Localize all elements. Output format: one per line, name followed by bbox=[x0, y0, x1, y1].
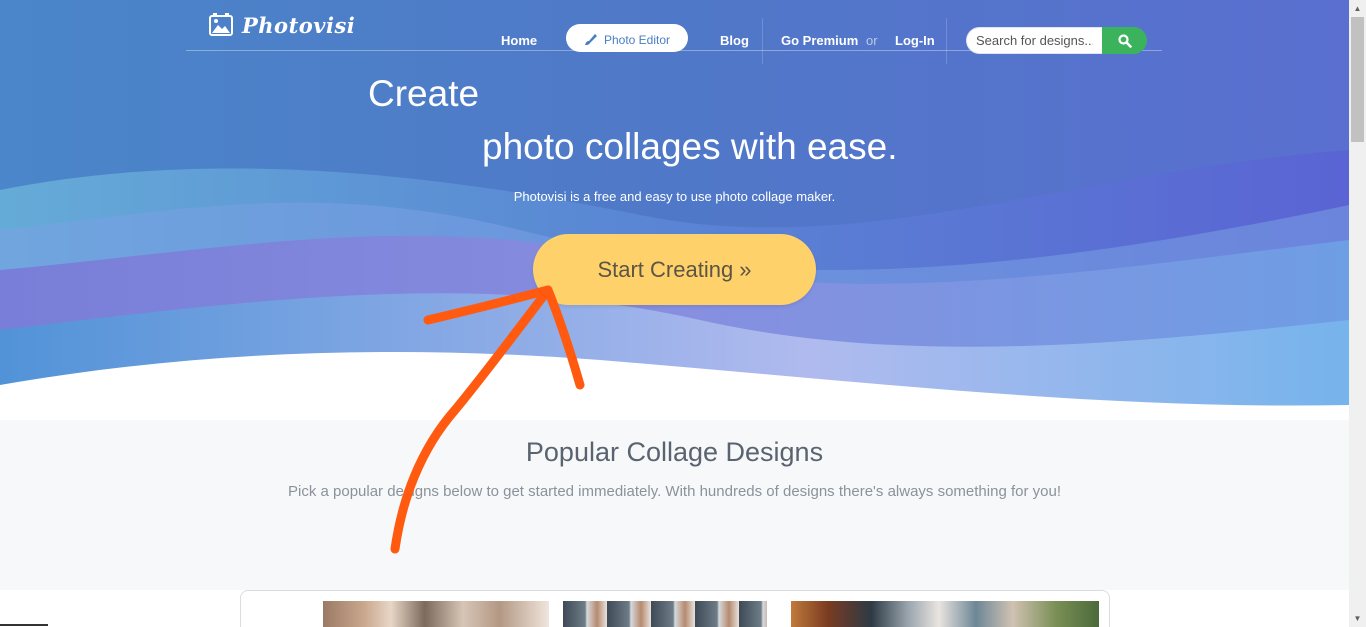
brand-name: Photovisi bbox=[242, 12, 356, 38]
search-input[interactable] bbox=[966, 27, 1102, 54]
hero-section: Photovisi Home Photo Editor Blog Go Prem… bbox=[0, 0, 1349, 420]
start-creating-button[interactable]: Start Creating » bbox=[533, 234, 816, 305]
brush-icon bbox=[584, 34, 597, 45]
nav-photo-editor[interactable]: Photo Editor bbox=[566, 24, 688, 52]
collage-design-card[interactable] bbox=[563, 601, 767, 627]
magnifier-icon bbox=[1117, 33, 1132, 48]
collage-design-card[interactable] bbox=[323, 601, 549, 627]
hero-heading-line1: Create bbox=[368, 73, 480, 114]
nav-separator bbox=[762, 18, 763, 64]
hero-heading-line2: photo collages with ease. bbox=[482, 126, 898, 167]
nav-blog[interactable]: Blog bbox=[720, 33, 749, 48]
popular-subtitle: Pick a popular designs below to get star… bbox=[288, 483, 1061, 500]
nav-go-premium[interactable]: Go Premium bbox=[781, 33, 858, 48]
hero-subtitle: Photovisi is a free and easy to use phot… bbox=[513, 189, 836, 204]
photo-frame-icon bbox=[209, 13, 233, 36]
start-creating-label: Start Creating » bbox=[597, 256, 752, 282]
nav-login[interactable]: Log-In bbox=[895, 33, 935, 48]
nav-home[interactable]: Home bbox=[501, 33, 537, 48]
search-box bbox=[966, 27, 1147, 54]
collage-design-card[interactable] bbox=[791, 601, 1099, 627]
collage-designs-strip bbox=[240, 590, 1110, 627]
site-logo[interactable]: Photovisi bbox=[208, 12, 355, 38]
nav-or-text: or bbox=[866, 33, 878, 48]
bottom-edge-line bbox=[0, 624, 48, 626]
scrollbar-thumb[interactable] bbox=[1351, 17, 1364, 142]
vertical-scrollbar[interactable]: ▲ ▼ bbox=[1349, 0, 1366, 627]
nav-separator bbox=[946, 18, 947, 64]
popular-title: Popular Collage Designs bbox=[525, 437, 824, 467]
scroll-up-arrow-icon[interactable]: ▲ bbox=[1349, 0, 1366, 17]
hero-wave-background bbox=[0, 0, 1349, 420]
scroll-down-arrow-icon[interactable]: ▼ bbox=[1349, 610, 1366, 627]
nav-photo-editor-label: Photo Editor bbox=[603, 33, 671, 47]
page: Photovisi Home Photo Editor Blog Go Prem… bbox=[0, 0, 1349, 627]
search-button[interactable] bbox=[1102, 27, 1147, 54]
